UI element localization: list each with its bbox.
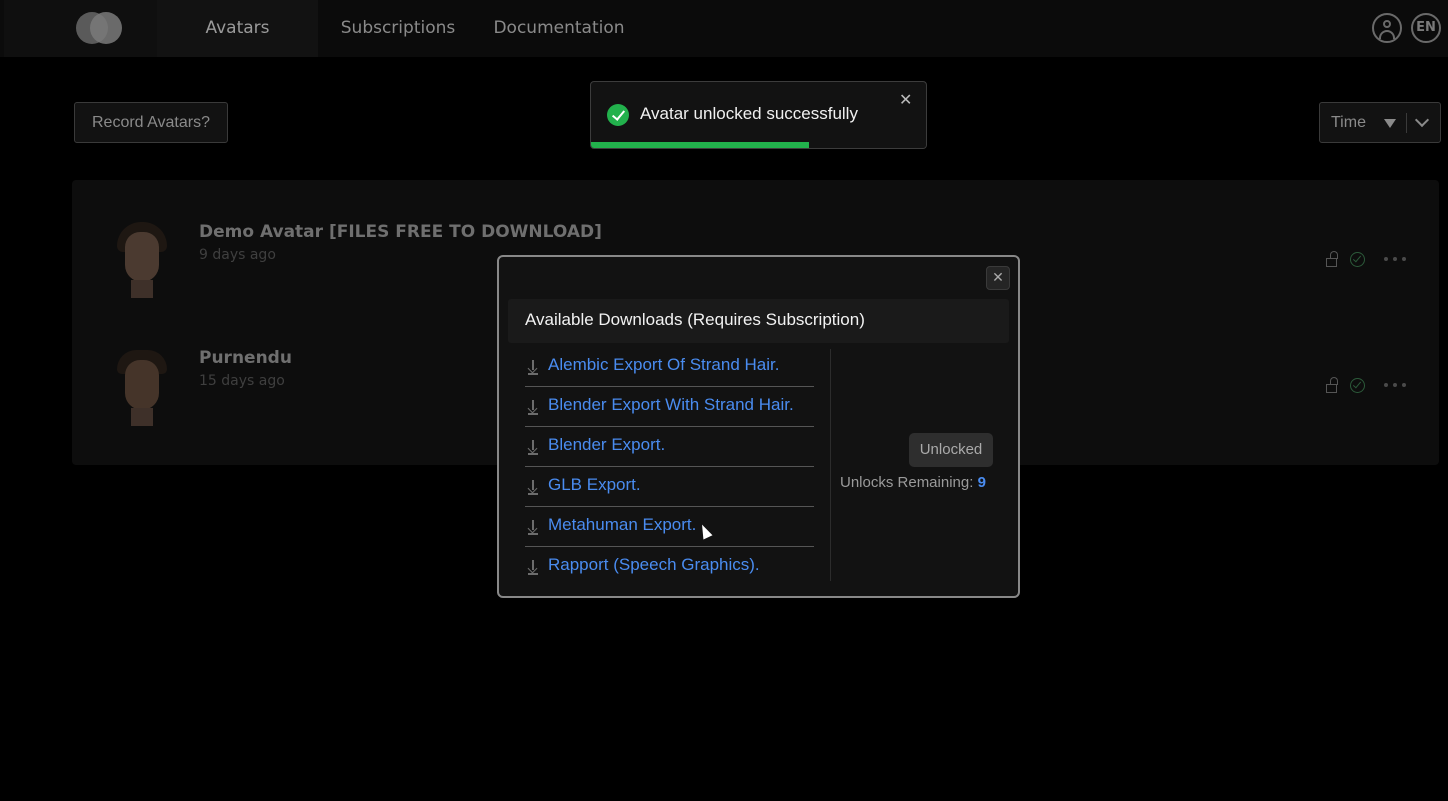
lock-icon[interactable] [1326,251,1338,267]
avatar [117,350,167,426]
tab-documentation[interactable]: Documentation [486,0,632,57]
check-circle-icon [1350,252,1365,267]
download-list: Alembic Export Of Strand Hair. Blender E… [525,347,814,587]
download-link[interactable]: Blender Export With Strand Hair. [548,395,794,415]
download-link[interactable]: Blender Export. [548,435,665,455]
download-item[interactable]: Blender Export. [525,427,814,467]
download-item[interactable]: Metahuman Export. [525,507,814,547]
chevron-down-icon[interactable] [1414,112,1430,128]
close-icon[interactable]: ✕ [899,91,912,109]
download-item[interactable]: Alembic Export Of Strand Hair. [525,347,814,387]
close-button[interactable]: ✕ [986,266,1010,290]
sort-select[interactable]: Time [1319,102,1441,143]
download-link[interactable]: Alembic Export Of Strand Hair. [548,355,779,375]
modal-title: Available Downloads (Requires Subscripti… [525,310,865,329]
avatar-name: Demo Avatar [FILES FREE TO DOWNLOAD] [199,222,602,242]
toast-progress-track [591,142,926,148]
unlocks-remaining: Unlocks Remaining: 9 [840,474,986,491]
status-badge: Unlocked [909,433,993,467]
download-link[interactable]: Metahuman Export. [548,515,696,535]
logo-icon[interactable] [76,12,122,44]
tab-avatars[interactable]: Avatars [157,0,318,57]
unlocks-count: 9 [977,474,986,491]
download-item[interactable]: Rapport (Speech Graphics). [525,547,814,587]
toast-progress-bar [591,142,809,148]
download-icon [528,560,538,575]
download-icon [528,480,538,495]
download-item[interactable]: Blender Export With Strand Hair. [525,387,814,427]
downloads-modal: ✕ Available Downloads (Requires Subscrip… [497,255,1020,598]
success-toast: Avatar unlocked successfully ✕ [590,81,927,149]
download-item[interactable]: GLB Export. [525,467,814,507]
record-avatars-button[interactable]: Record Avatars? [74,102,228,143]
download-icon [528,520,538,535]
avatar-time: 15 days ago [199,373,285,389]
check-circle-icon [607,104,629,126]
check-circle-icon [1350,378,1365,393]
more-icon[interactable] [1384,257,1408,263]
avatar-time: 9 days ago [199,247,276,263]
modal-header: Available Downloads (Requires Subscripti… [508,299,1009,343]
sort-direction-icon [1384,119,1396,128]
unlocks-label: Unlocks Remaining: [840,474,974,491]
user-icon[interactable] [1372,13,1402,43]
divider [830,349,831,581]
download-link[interactable]: Rapport (Speech Graphics). [548,555,760,575]
download-icon [528,400,538,415]
download-icon [528,440,538,455]
lock-icon[interactable] [1326,377,1338,393]
divider [1406,113,1407,133]
more-icon[interactable] [1384,383,1408,389]
download-link[interactable]: GLB Export. [548,475,641,495]
sort-label: Time [1331,114,1366,131]
language-button[interactable]: EN [1411,13,1441,43]
toast-message: Avatar unlocked successfully [640,104,858,123]
tab-subscriptions[interactable]: Subscriptions [330,0,466,57]
avatar-name: Purnendu [199,348,292,368]
top-nav: Avatars Subscriptions Documentation EN [0,0,1448,57]
download-icon [528,360,538,375]
avatar [117,222,167,298]
